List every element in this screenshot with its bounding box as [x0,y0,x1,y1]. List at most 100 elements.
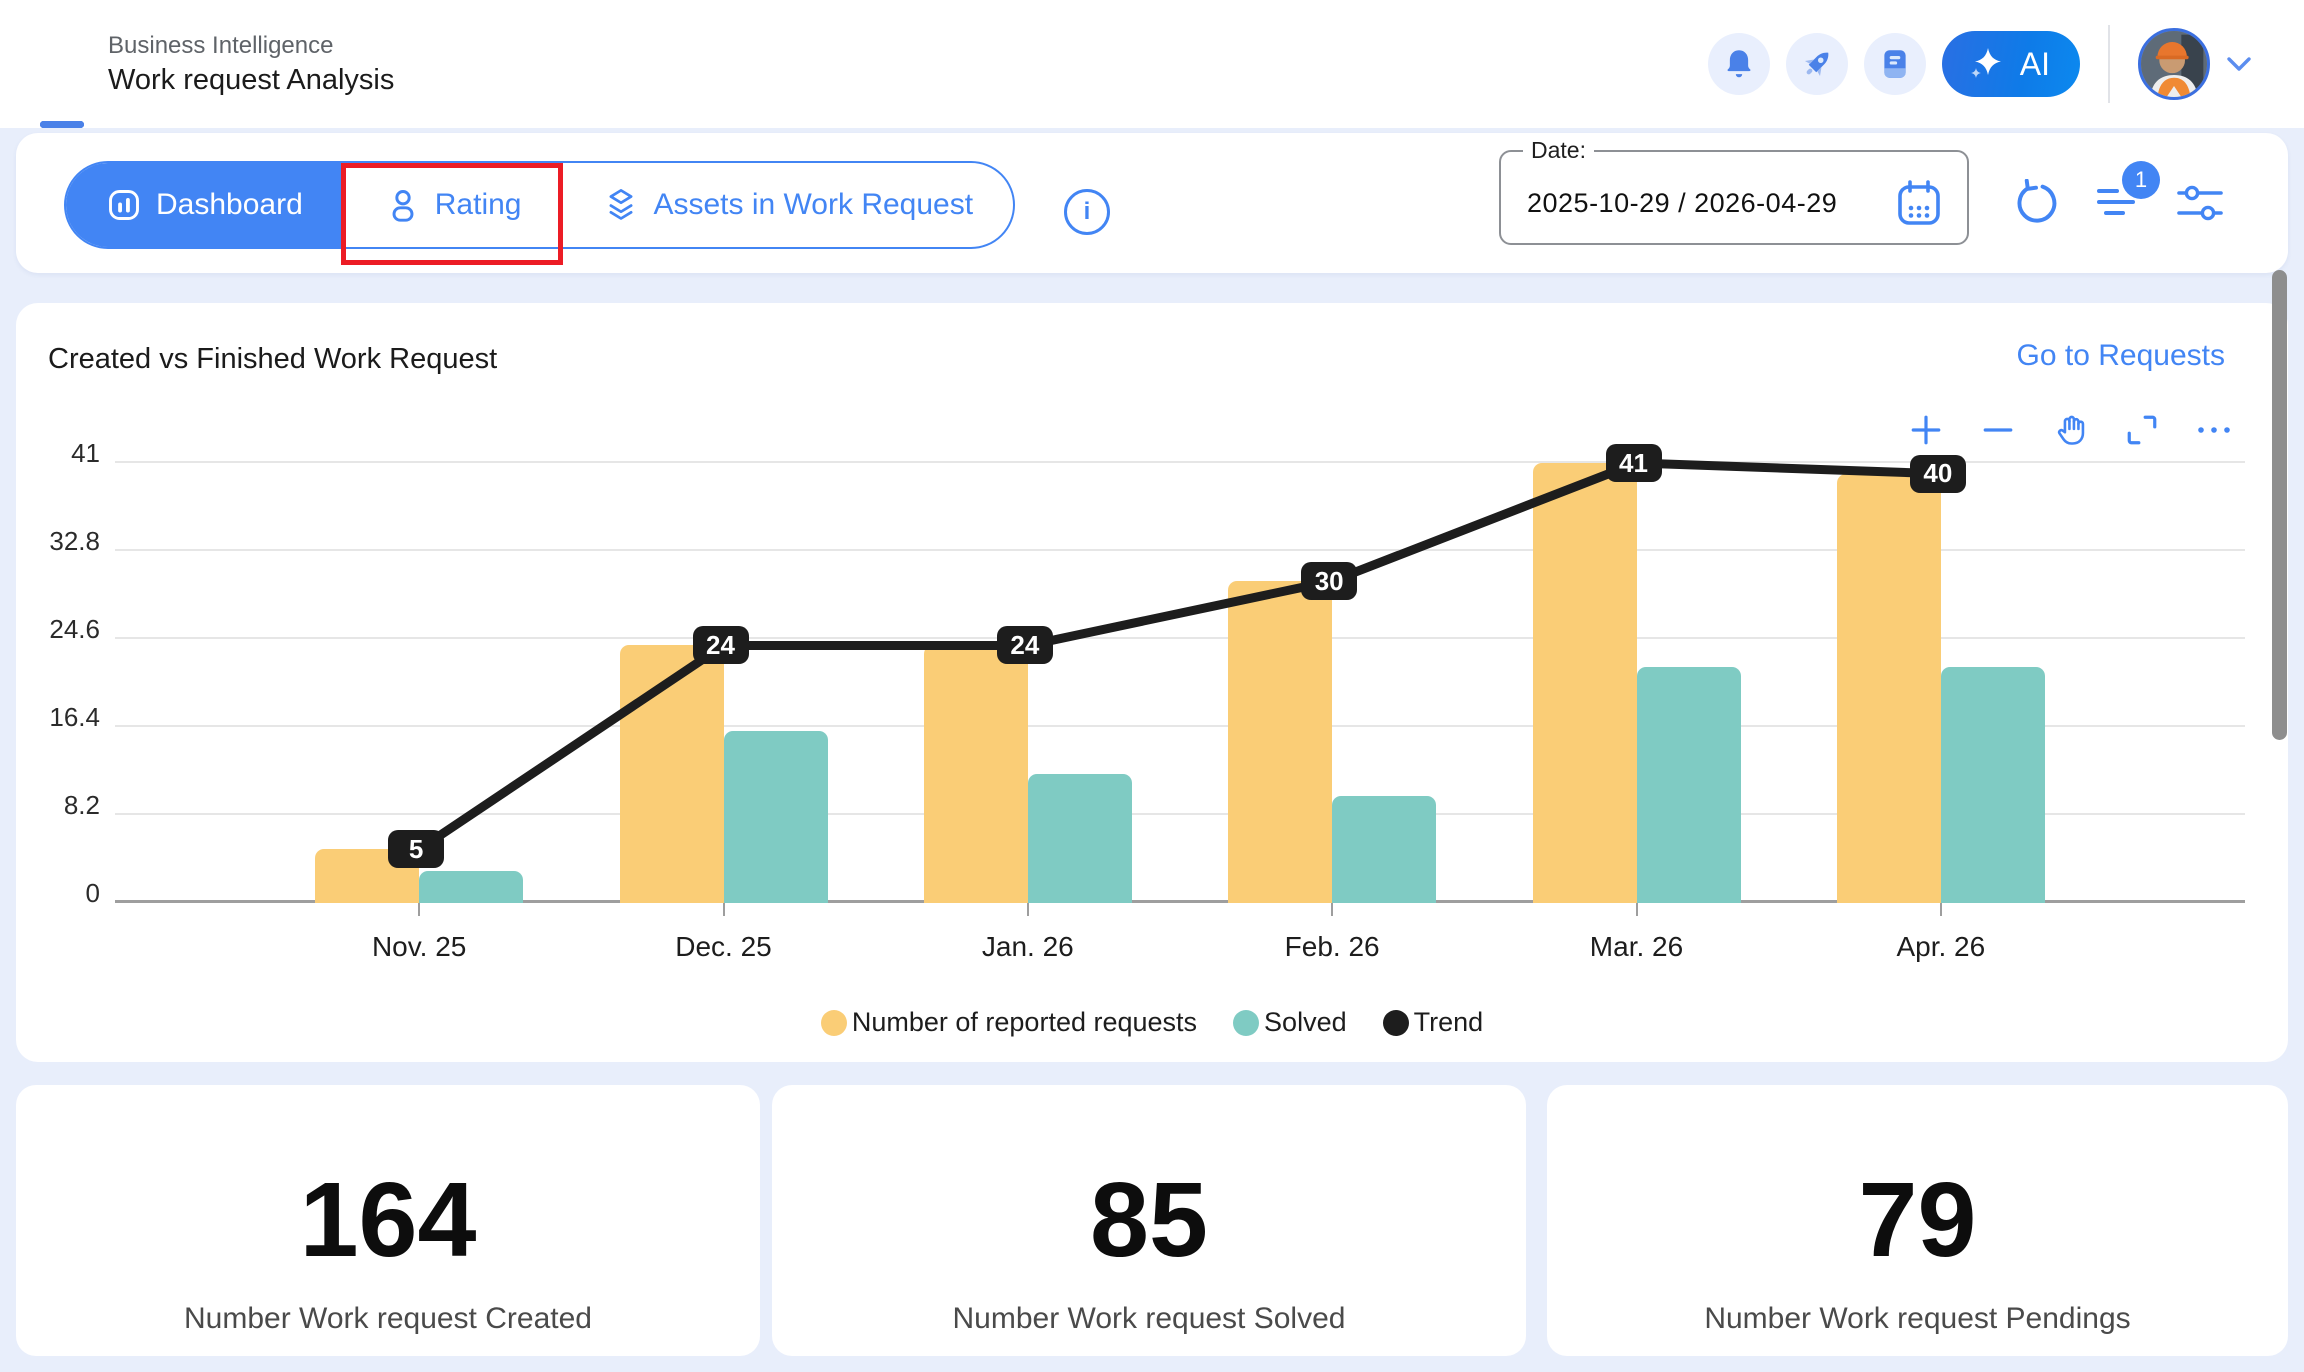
tab-assets-in-work-request[interactable]: Assets in Work Request [563,163,1013,247]
go-to-requests-link[interactable]: Go to Requests [2017,339,2225,373]
zoom-in-button[interactable] [1907,411,1945,449]
y-tick-label: 0 [16,879,100,907]
user-avatar[interactable] [2138,28,2210,100]
filter-button[interactable]: 1 [2090,175,2146,231]
tab-rating[interactable]: Rating [345,163,564,247]
trend-point-label-jan-26: 24 [997,626,1053,664]
settings-sliders-button[interactable] [2172,175,2228,231]
trend-point-label-dec-25: 24 [693,626,749,664]
x-tick [418,903,420,916]
reset-zoom-button[interactable] [2123,411,2161,449]
scrollbar-thumb[interactable] [2272,270,2287,740]
sparkle-icon [1966,44,2006,84]
tab-dashboard[interactable]: Dashboard [66,163,345,247]
y-tick-label: 32.8 [16,527,100,555]
expand-icon [2125,413,2159,447]
header-titles: Business Intelligence Work request Analy… [108,32,394,97]
legend-label: Trend [1414,1007,1484,1038]
info-icon-glyph: i [1084,198,1091,226]
more-options-button[interactable] [2195,411,2233,449]
y-tick-label: 41 [16,439,100,467]
x-axis: Nov. 25Dec. 25Jan. 26Feb. 26Mar. 26Apr. … [115,931,2245,971]
y-tick-label: 16.4 [16,703,100,731]
tab-label: Rating [435,188,522,222]
x-tick [1331,903,1333,916]
chevron-down-icon [2226,56,2252,72]
trend-point-label-nov-25: 5 [388,830,444,868]
x-tick-label-apr-26: Apr. 26 [1851,931,2031,963]
legend-item-number-of-reported-requests[interactable]: Number of reported requests [821,1007,1197,1038]
page-title: Work request Analysis [108,64,394,97]
person-icon [385,187,421,223]
y-tick-label: 8.2 [16,791,100,819]
x-tick [723,903,725,916]
legend-dot [821,1010,847,1036]
legend-label: Number of reported requests [852,1007,1197,1038]
layers-icon [603,187,639,223]
chart-card: Created vs Finished Work Request Go to R… [16,303,2288,1062]
header-actions: AI [1708,0,2252,128]
zoom-out-button[interactable] [1979,411,2017,449]
legend-item-solved[interactable]: Solved [1233,1007,1347,1038]
x-tick [1636,903,1638,916]
minus-icon [1981,413,2015,447]
plus-icon [1909,413,1943,447]
trend-point-label-mar-26: 41 [1606,444,1662,482]
notifications-button[interactable] [1708,33,1770,95]
trend-point-label-feb-26: 30 [1301,562,1357,600]
stat-card-created: 164 Number Work request Created [16,1085,760,1356]
stat-label: Number Work request Created [184,1302,592,1336]
x-tick [1940,903,1942,916]
top-header: Business Intelligence Work request Analy… [0,0,2304,128]
legend-dot [1233,1010,1259,1036]
stat-label: Number Work request Pendings [1704,1302,2130,1336]
date-range-value[interactable]: 2025-10-29 / 2026-04-29 [1501,188,1837,219]
legend-dot [1383,1010,1409,1036]
date-range-field[interactable]: Date: 2025-10-29 / 2026-04-29 [1499,137,1969,245]
tabs-panel: Dashboard Rating Assets in Work Request [16,133,2288,273]
app-root: Business Intelligence Work request Analy… [0,0,2304,1372]
stat-card-solved: 85 Number Work request Solved [772,1085,1526,1356]
tab-label: Assets in Work Request [653,188,973,222]
rocket-icon [1800,47,1834,81]
ellipsis-icon [2196,424,2232,436]
stat-value: 164 [300,1165,477,1276]
legend-item-trend[interactable]: Trend [1383,1007,1484,1038]
refresh-button[interactable] [2008,175,2064,231]
docs-button[interactable] [1864,33,1926,95]
filter-badge: 1 [2122,161,2160,199]
chart-legend: Number of reported requests Solved Trend [16,1007,2288,1038]
ai-button-label: AI [2020,46,2050,83]
date-field-label: Date: [1523,137,1594,164]
worker-avatar-image [2141,31,2207,97]
tab-label: Dashboard [156,188,303,222]
app-title: Business Intelligence [108,32,394,60]
stat-label: Number Work request Solved [953,1302,1346,1336]
calendar-icon[interactable] [1893,178,1945,230]
tab-group: Dashboard Rating Assets in Work Request [64,161,1015,249]
panel-tools: 1 [2008,175,2228,231]
info-icon[interactable]: i [1064,189,1110,235]
dashboard-icon [106,187,142,223]
pan-button[interactable] [2051,411,2089,449]
x-tick-label-nov-25: Nov. 25 [329,931,509,963]
x-tick [1027,903,1029,916]
sliders-icon [2176,183,2224,223]
hand-icon [2052,412,2088,448]
document-icon [1878,47,1912,81]
x-tick-label-mar-26: Mar. 26 [1547,931,1727,963]
stat-value: 79 [1859,1165,1977,1276]
y-tick-label: 24.6 [16,615,100,643]
legend-label: Solved [1264,1007,1347,1038]
refresh-icon [2012,179,2060,227]
x-tick-label-dec-25: Dec. 25 [634,931,814,963]
ai-assistant-button[interactable]: AI [1942,31,2080,97]
bell-icon [1722,47,1756,81]
plot-area: 52424304140 [115,463,2245,903]
stat-value: 85 [1090,1165,1208,1276]
stat-card-pendings: 79 Number Work request Pendings [1547,1085,2288,1356]
chart-title: Created vs Finished Work Request [48,343,497,376]
account-menu-button[interactable] [2226,56,2252,72]
trend-point-label-apr-26: 40 [1910,455,1966,493]
rocket-button[interactable] [1786,33,1848,95]
